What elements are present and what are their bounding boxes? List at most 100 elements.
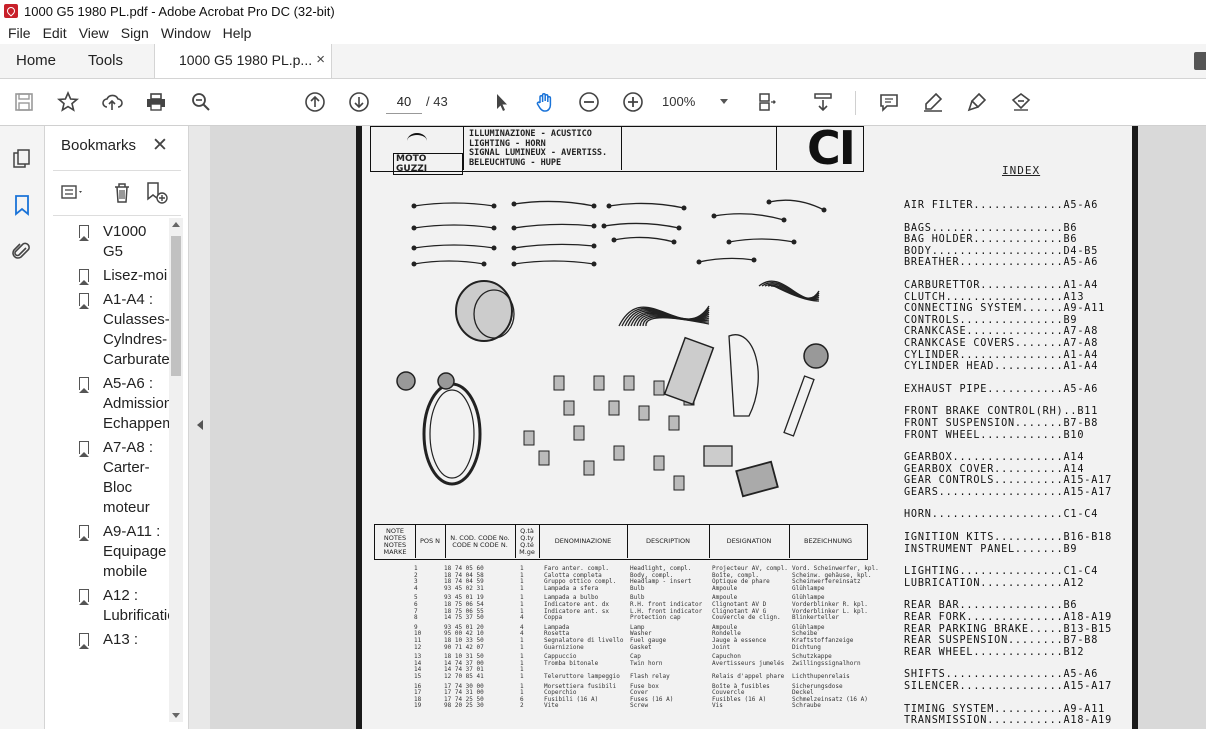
small-part — [668, 415, 680, 431]
bookmark-item[interactable]: V1000 G5 — [75, 222, 169, 262]
bookmark-label: V1000 G5 — [103, 223, 147, 260]
scroll-up-icon[interactable] — [172, 222, 180, 227]
wire-connector — [511, 225, 517, 231]
scroll-mode-icon[interactable] — [812, 91, 834, 113]
page-number-input[interactable]: 40 — [386, 91, 422, 114]
upload-cloud-icon[interactable] — [101, 91, 123, 113]
menu-edit[interactable]: Edit — [37, 25, 73, 41]
index-entry: SILENCER...............A15-A17 — [904, 681, 1113, 692]
zoom-out-icon[interactable] — [578, 91, 600, 113]
menu-view[interactable]: View — [73, 25, 115, 41]
parts-table: NOTE NOTES NOTES MARKE POS N N. COD. COD… — [374, 524, 879, 729]
index-gap — [904, 269, 1132, 280]
table-cell: Joint — [712, 643, 731, 651]
zoom-search-icon[interactable] — [190, 91, 212, 113]
wire-harness-part — [513, 243, 595, 249]
bookmark-options-icon[interactable] — [61, 182, 85, 204]
collapse-panel-icon[interactable] — [197, 420, 203, 430]
index-entry: REAR WHEEL.............B12 — [904, 646, 1085, 658]
index-entry: BREATHER...............A5-A6 — [904, 257, 1099, 269]
tab-close-icon[interactable]: × — [316, 51, 325, 68]
bookmark-item[interactable]: A1-A4 : Culasses-Cylndres-Carburateurs — [75, 290, 169, 370]
next-page-icon[interactable] — [348, 91, 370, 113]
index-entry: CYLINDER HEAD..........A1-A4 — [904, 361, 1099, 373]
window-title: 1000 G5 1980 PL.pdf - Adobe Acrobat Pro … — [24, 3, 335, 19]
tab-tools[interactable]: Tools — [88, 52, 123, 69]
bookmarks-panel-icon[interactable] — [11, 194, 33, 216]
index-entry: CRANKCASE COVERS.......A7-A8 — [904, 337, 1099, 349]
scrollbar-thumb[interactable] — [171, 236, 181, 376]
index-gap — [904, 555, 1132, 566]
index-entry: GEAR CONTROLS..........A15-A17 — [904, 475, 1113, 487]
bookmark-star-icon[interactable] — [57, 91, 79, 113]
wire-connector — [821, 207, 827, 213]
bookmark-label: A12 : Lubrification — [103, 587, 169, 624]
eagle-emblem-icon — [407, 133, 427, 149]
index-entry: HORN...................C1-C4 — [904, 509, 1099, 521]
document-viewport[interactable]: MOTO GUZZI ILLUMINAZIONE - ACUSTICO LIGH… — [210, 126, 1206, 729]
parts-table-body: 1 18 74 05 60 1 Faro anter. compl. Headlight… — [374, 565, 879, 710]
comment-pane-icon[interactable] — [1194, 52, 1206, 70]
tab-document[interactable]: 1000 G5 1980 PL.p... × — [154, 44, 332, 78]
bookmark-item[interactable]: A7-A8 : Carter-Bloc moteur — [75, 438, 169, 518]
wire-harness-part — [698, 257, 755, 263]
attachments-paperclip-icon[interactable] — [11, 240, 33, 262]
bookmark-icon — [78, 525, 89, 541]
delete-bookmark-icon[interactable] — [111, 181, 133, 205]
page-display-icon[interactable] — [756, 91, 778, 113]
bookmark-item[interactable]: A5-A6 : Admission-Echappement — [75, 374, 169, 434]
table-cell: Gasket — [630, 643, 652, 651]
bookmark-item[interactable]: A13 : — [75, 630, 169, 650]
wire-connector — [781, 217, 787, 223]
bookmark-item[interactable]: A12 : Lubrification — [75, 586, 169, 626]
page-thumbnails-icon[interactable] — [11, 148, 33, 170]
bookmark-icon — [78, 633, 89, 649]
highlight-pen-icon[interactable] — [922, 91, 944, 113]
table-row: 15 12 70 85 41 1 Teleruttore lampeggio Flash… — [374, 672, 868, 681]
tab-home[interactable]: Home — [16, 52, 56, 69]
comment-icon[interactable] — [878, 91, 900, 113]
zoom-in-icon[interactable] — [622, 91, 644, 113]
index-entry: REAR PARKING BRAKE.....B13-B15 — [904, 623, 1113, 635]
menu-sign[interactable]: Sign — [115, 25, 155, 41]
heading-line: BELEUCHTUNG - HUPE — [469, 157, 562, 168]
wire-connector — [606, 203, 612, 209]
table-cell: Twin horn — [630, 659, 663, 667]
index-entry: CARBURETTOR............A1-A4 — [904, 279, 1099, 291]
bookmark-item[interactable]: Lisez-moi — [75, 266, 169, 286]
new-bookmark-icon[interactable] — [145, 181, 169, 205]
index-entry: LIGHTING...............C1-C4 — [904, 566, 1099, 578]
zoom-level-select[interactable]: 100% — [662, 91, 714, 113]
wire-harness-part — [413, 202, 495, 207]
table-cell: Relais d'appel phare — [712, 672, 785, 680]
wire-connector — [491, 203, 497, 209]
redact-tool-icon[interactable] — [1010, 91, 1032, 113]
save-icon[interactable] — [13, 91, 35, 113]
section-heading: ILLUMINAZIONE - ACUSTICO LIGHTING - HORN… — [469, 129, 607, 168]
table-row: 19 98 20 25 30 2 Vite Screw Vis Schraube — [374, 703, 868, 710]
bookmark-icon — [78, 293, 89, 309]
print-icon[interactable] — [145, 91, 167, 113]
close-panel-icon[interactable]: ✕ — [152, 134, 168, 157]
wire-harness-part — [413, 260, 485, 265]
scroll-down-icon[interactable] — [172, 713, 180, 718]
menu-window[interactable]: Window — [155, 25, 217, 41]
table-cell: 1 — [520, 643, 524, 651]
bookmarks-toolbar — [53, 170, 181, 216]
index-gap — [904, 498, 1132, 509]
menu-file[interactable]: File — [0, 25, 37, 41]
table-cell: 19 — [414, 702, 422, 710]
previous-page-icon[interactable] — [304, 91, 326, 113]
bookmarks-scrollbar[interactable] — [169, 218, 183, 722]
acrobat-app-icon — [4, 4, 18, 18]
zoom-dropdown-icon[interactable] — [720, 99, 728, 104]
wire-harness-part — [728, 238, 795, 243]
sign-pen-icon[interactable] — [966, 91, 988, 113]
table-cell: Dichtung — [792, 643, 821, 651]
index-entry: GEARBOX COVER..........A14 — [904, 463, 1085, 475]
table-row: 12 90 71 42 07 1 Guarnizione Gasket Joint Dich… — [374, 643, 868, 652]
hand-tool-icon[interactable] — [534, 91, 556, 113]
menu-help[interactable]: Help — [217, 25, 258, 41]
select-cursor-icon[interactable] — [490, 91, 512, 113]
bookmark-item[interactable]: A9-A11 : Equipage mobile — [75, 522, 169, 582]
